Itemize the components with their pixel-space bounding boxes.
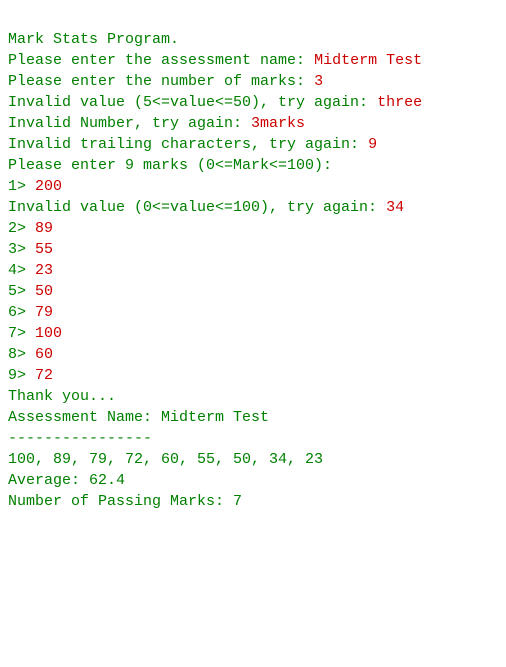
console-line: 100, 89, 79, 72, 60, 55, 50, 34, 23 (8, 449, 498, 470)
user-input-text: 34 (386, 199, 404, 216)
user-input-text: Midterm Test (314, 52, 422, 69)
user-input-text: 60 (35, 346, 53, 363)
console-line: 1> 200 (8, 176, 498, 197)
prompt-text: 100, 89, 79, 72, 60, 55, 50, 34, 23 (8, 451, 323, 468)
prompt-text: Please enter the number of marks: (8, 73, 314, 90)
console-line: Assessment Name: Midterm Test (8, 407, 498, 428)
prompt-text: 3> (8, 241, 35, 258)
console-line: Please enter the assessment name: Midter… (8, 50, 498, 71)
console-line: 8> 60 (8, 344, 498, 365)
prompt-text: 6> (8, 304, 35, 321)
user-input-text: 55 (35, 241, 53, 258)
user-input-text: 72 (35, 367, 53, 384)
console-line: Invalid value (0<=value<=100), try again… (8, 197, 498, 218)
prompt-text: Number of Passing Marks: 7 (8, 493, 242, 510)
user-input-text: 50 (35, 283, 53, 300)
prompt-text: ---------------- (8, 430, 152, 447)
console-line: 4> 23 (8, 260, 498, 281)
console-line: Number of Passing Marks: 7 (8, 491, 498, 512)
user-input-text: 89 (35, 220, 53, 237)
prompt-text: Invalid trailing characters, try again: (8, 136, 368, 153)
console-line: Invalid Number, try again: 3marks (8, 113, 498, 134)
user-input-text: 100 (35, 325, 62, 342)
prompt-text: Please enter the assessment name: (8, 52, 314, 69)
console-line: 6> 79 (8, 302, 498, 323)
user-input-text: 3marks (251, 115, 305, 132)
console-line: 5> 50 (8, 281, 498, 302)
console-line: Average: 62.4 (8, 470, 498, 491)
prompt-text: Mark Stats Program. (8, 31, 179, 48)
console-line: 3> 55 (8, 239, 498, 260)
user-input-text: three (377, 94, 422, 111)
prompt-text: 2> (8, 220, 35, 237)
prompt-text: 9> (8, 367, 35, 384)
user-input-text: 9 (368, 136, 377, 153)
prompt-text: 4> (8, 262, 35, 279)
console-line: Please enter the number of marks: 3 (8, 71, 498, 92)
console-line: 9> 72 (8, 365, 498, 386)
console-line: Thank you... (8, 386, 498, 407)
prompt-text: Please enter 9 marks (0<=Mark<=100): (8, 157, 332, 174)
prompt-text: Invalid value (0<=value<=100), try again… (8, 199, 386, 216)
prompt-text: Invalid value (5<=value<=50), try again: (8, 94, 377, 111)
user-input-text: 200 (35, 178, 62, 195)
prompt-text: Invalid Number, try again: (8, 115, 251, 132)
user-input-text: 79 (35, 304, 53, 321)
prompt-text: Assessment Name: Midterm Test (8, 409, 269, 426)
user-input-text: 23 (35, 262, 53, 279)
console-line: Please enter 9 marks (0<=Mark<=100): (8, 155, 498, 176)
console-line: Invalid value (5<=value<=50), try again:… (8, 92, 498, 113)
prompt-text: 7> (8, 325, 35, 342)
prompt-text: Average: 62.4 (8, 472, 125, 489)
console-line: 7> 100 (8, 323, 498, 344)
console-line: 2> 89 (8, 218, 498, 239)
console-line: ---------------- (8, 428, 498, 449)
prompt-text: 5> (8, 283, 35, 300)
prompt-text: 8> (8, 346, 35, 363)
console-line: Invalid trailing characters, try again: … (8, 134, 498, 155)
user-input-text: 3 (314, 73, 323, 90)
console-line: Mark Stats Program. (8, 29, 498, 50)
prompt-text: Thank you... (8, 388, 116, 405)
prompt-text: 1> (8, 178, 35, 195)
